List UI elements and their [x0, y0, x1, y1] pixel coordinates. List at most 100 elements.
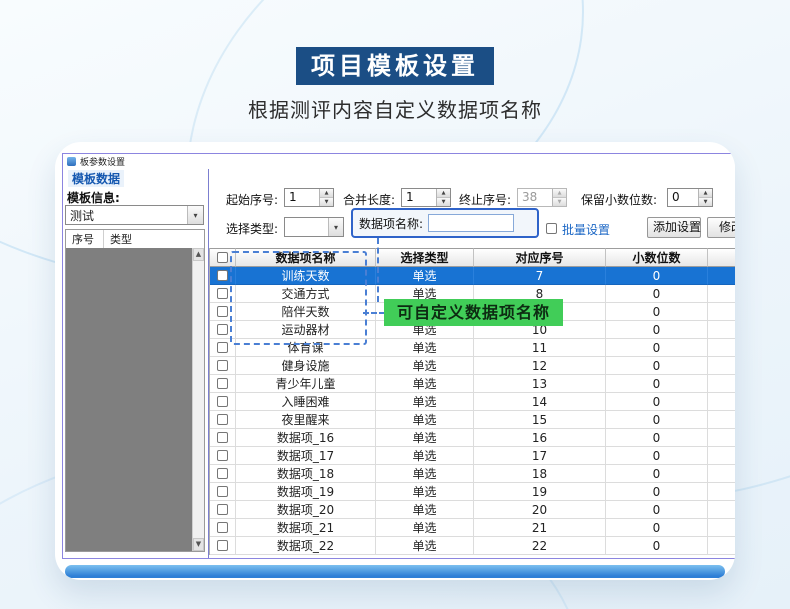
cell-decimals[interactable]: 0: [606, 447, 708, 465]
chevron-down-icon[interactable]: ▾: [187, 206, 203, 224]
table-row[interactable]: 入睡困难 单选 14 0: [210, 393, 735, 411]
col-header-item-name[interactable]: 数据项名称: [236, 248, 376, 267]
row-select-cell[interactable]: [210, 375, 236, 393]
scroll-up-icon[interactable]: ▲: [193, 248, 204, 261]
cell-decimals[interactable]: 0: [606, 429, 708, 447]
add-setting-button[interactable]: 添加设置: [647, 217, 701, 238]
row-select-cell[interactable]: [210, 447, 236, 465]
table-row[interactable]: 数据项_21 单选 21 0: [210, 519, 735, 537]
cell-select-type[interactable]: 单选: [376, 429, 474, 447]
cell-item-name[interactable]: 数据项_22: [236, 537, 376, 555]
cell-select-type[interactable]: 单选: [376, 411, 474, 429]
cell-item-name[interactable]: 数据项_17: [236, 447, 376, 465]
row-select-cell[interactable]: [210, 393, 236, 411]
cell-item-name[interactable]: 数据项_21: [236, 519, 376, 537]
row-checkbox[interactable]: [217, 414, 228, 425]
table-row[interactable]: 夜里醒来 单选 15 0: [210, 411, 735, 429]
row-select-cell[interactable]: [210, 483, 236, 501]
cell-select-type[interactable]: 单选: [376, 519, 474, 537]
row-select-cell[interactable]: [210, 501, 236, 519]
cell-seq[interactable]: 12: [474, 357, 606, 375]
cell-select-type[interactable]: 单选: [376, 483, 474, 501]
cell-decimals[interactable]: 0: [606, 411, 708, 429]
cell-seq[interactable]: 11: [474, 339, 606, 357]
start-seq-spinner[interactable]: 1 ▲▼: [284, 188, 334, 207]
cell-select-type[interactable]: 单选: [376, 447, 474, 465]
cell-decimals[interactable]: 0: [606, 303, 708, 321]
row-select-cell[interactable]: [210, 357, 236, 375]
cell-item-name[interactable]: 体育课: [236, 339, 376, 357]
tab-template-data[interactable]: 模板数据: [68, 170, 124, 187]
row-checkbox[interactable]: [217, 522, 228, 533]
table-row[interactable]: 体育课 单选 11 0: [210, 339, 735, 357]
chevron-down-icon[interactable]: ▾: [328, 218, 343, 236]
cell-select-type[interactable]: 单选: [376, 501, 474, 519]
merge-len-spinner[interactable]: 1 ▲▼: [401, 188, 451, 207]
cell-decimals[interactable]: 0: [606, 519, 708, 537]
decimals-spinner[interactable]: 0 ▲▼: [667, 188, 713, 207]
cell-decimals[interactable]: 0: [606, 339, 708, 357]
cell-seq[interactable]: 19: [474, 483, 606, 501]
cell-select-type[interactable]: 单选: [376, 393, 474, 411]
table-row[interactable]: 健身设施 单选 12 0: [210, 357, 735, 375]
cell-item-name[interactable]: 入睡困难: [236, 393, 376, 411]
cell-item-name[interactable]: 数据项_16: [236, 429, 376, 447]
row-select-cell[interactable]: [210, 303, 236, 321]
spinner-down-icon[interactable]: ▼: [437, 198, 450, 206]
cell-item-name[interactable]: 运动器材: [236, 321, 376, 339]
cell-seq[interactable]: 22: [474, 537, 606, 555]
row-checkbox[interactable]: [217, 288, 228, 299]
cell-item-name[interactable]: 数据项_18: [236, 465, 376, 483]
col-header-decimals[interactable]: 小数位数: [606, 248, 708, 267]
cell-select-type[interactable]: 单选: [376, 465, 474, 483]
cell-seq[interactable]: 17: [474, 447, 606, 465]
cell-select-type[interactable]: 单选: [376, 357, 474, 375]
row-checkbox[interactable]: [217, 270, 228, 281]
cell-seq[interactable]: 15: [474, 411, 606, 429]
item-name-input[interactable]: [428, 214, 514, 232]
cell-item-name[interactable]: 数据项_20: [236, 501, 376, 519]
spinner-up-icon[interactable]: ▲: [320, 189, 333, 198]
cell-seq[interactable]: 21: [474, 519, 606, 537]
merge-len-value[interactable]: 1: [402, 189, 436, 206]
table-row[interactable]: 青少年儿童 单选 13 0: [210, 375, 735, 393]
cell-seq[interactable]: 20: [474, 501, 606, 519]
col-header-seq[interactable]: 对应序号: [474, 248, 606, 267]
row-checkbox[interactable]: [217, 486, 228, 497]
row-select-cell[interactable]: [210, 321, 236, 339]
row-select-cell[interactable]: [210, 537, 236, 555]
cell-select-type[interactable]: 单选: [376, 339, 474, 357]
cell-seq[interactable]: 14: [474, 393, 606, 411]
table-row[interactable]: 数据项_18 单选 18 0: [210, 465, 735, 483]
cell-decimals[interactable]: 0: [606, 537, 708, 555]
row-checkbox[interactable]: [217, 306, 228, 317]
row-select-cell[interactable]: [210, 429, 236, 447]
table-row[interactable]: 数据项_17 单选 17 0: [210, 447, 735, 465]
row-select-cell[interactable]: [210, 411, 236, 429]
cell-decimals[interactable]: 0: [606, 393, 708, 411]
cell-seq[interactable]: 13: [474, 375, 606, 393]
decimals-value[interactable]: 0: [668, 189, 698, 206]
spinner-up-icon[interactable]: ▲: [699, 189, 712, 198]
table-row[interactable]: 数据项_20 单选 20 0: [210, 501, 735, 519]
row-select-cell[interactable]: [210, 465, 236, 483]
spinner-down-icon[interactable]: ▼: [320, 198, 333, 206]
cell-decimals[interactable]: 0: [606, 285, 708, 303]
cell-item-name[interactable]: 陪伴天数: [236, 303, 376, 321]
select-type-dropdown[interactable]: ▾: [284, 217, 344, 237]
cell-decimals[interactable]: 0: [606, 501, 708, 519]
row-checkbox[interactable]: [217, 450, 228, 461]
cell-decimals[interactable]: 0: [606, 357, 708, 375]
table-row[interactable]: 数据项_16 单选 16 0: [210, 429, 735, 447]
table-row[interactable]: 数据项_22 单选 22 0: [210, 537, 735, 555]
cell-select-type[interactable]: 单选: [376, 375, 474, 393]
batch-label[interactable]: 批量设置: [562, 221, 610, 238]
table-row[interactable]: 训练天数 单选 7 0: [210, 267, 735, 285]
spinner-up-icon[interactable]: ▲: [437, 189, 450, 198]
row-checkbox[interactable]: [217, 432, 228, 443]
template-select[interactable]: 测试 ▾: [65, 205, 204, 225]
start-seq-value[interactable]: 1: [285, 189, 319, 206]
cell-item-name[interactable]: 训练天数: [236, 267, 376, 285]
table-row[interactable]: 数据项_19 单选 19 0: [210, 483, 735, 501]
row-checkbox[interactable]: [217, 504, 228, 515]
